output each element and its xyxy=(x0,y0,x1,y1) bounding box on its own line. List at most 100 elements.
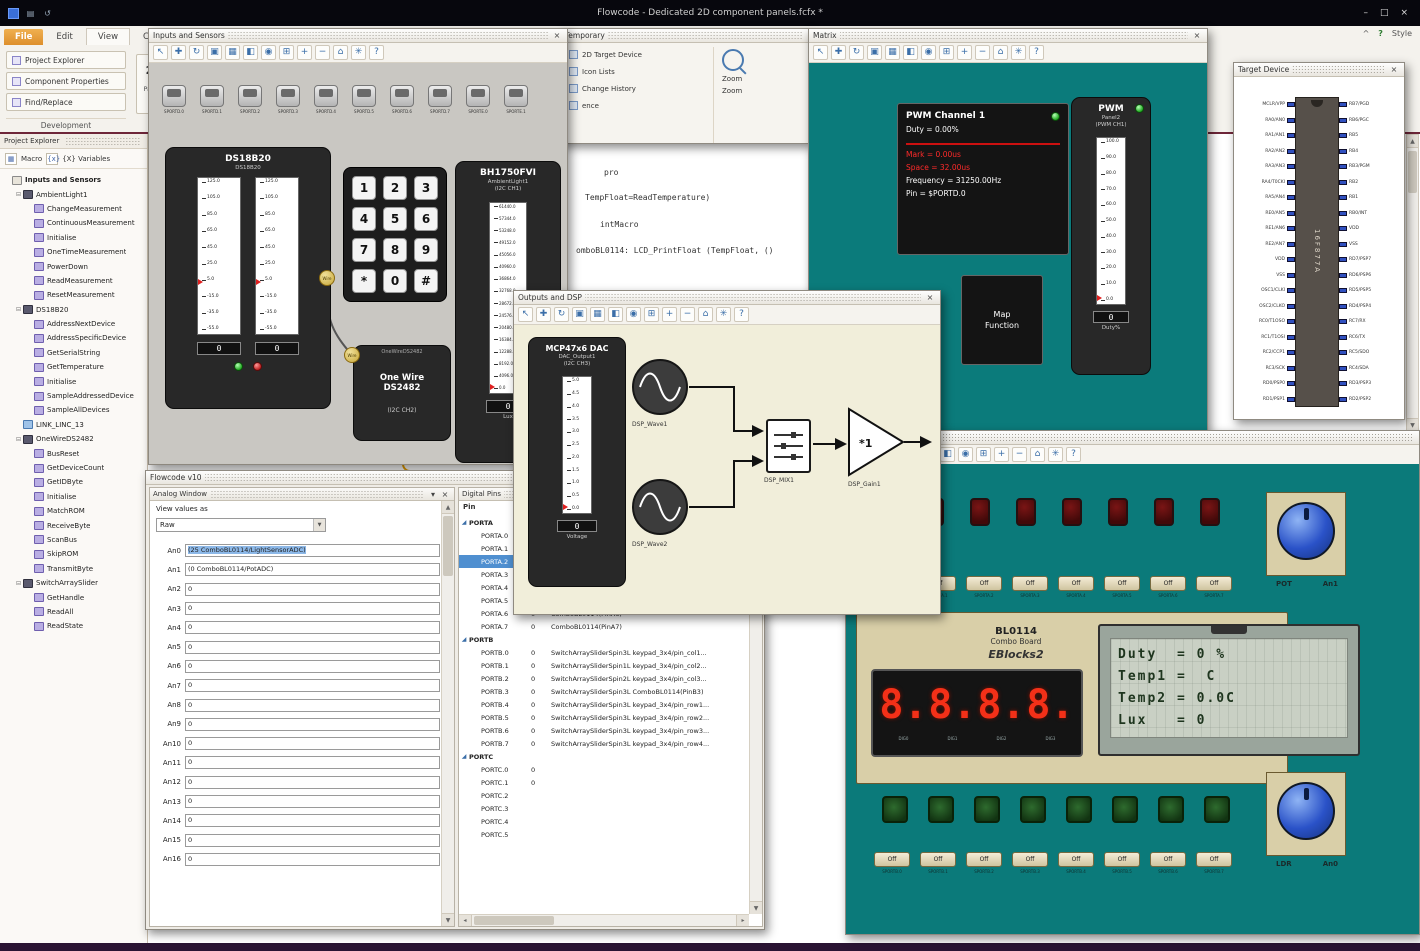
keypad-key-0[interactable]: 0 xyxy=(383,269,407,293)
port-switch[interactable] xyxy=(352,85,376,107)
tree-item[interactable]: ReadState xyxy=(0,619,147,633)
home-view-icon[interactable]: ⌂ xyxy=(993,45,1008,60)
analog-value-input[interactable]: 0 xyxy=(185,852,440,866)
rotate-icon[interactable]: ↻ xyxy=(849,45,864,60)
digital-hscrollbar[interactable]: ◂ ▸ xyxy=(459,914,749,926)
close-icon[interactable]: × xyxy=(439,490,451,499)
digital-pin-row[interactable]: PORTA.7 0 ComboBL0114(PinA7) xyxy=(459,620,748,633)
digital-pin-row[interactable]: PORTB.7 0 SwitchArraySliderSpin3L keypad_3… xyxy=(459,737,748,750)
green-button[interactable] xyxy=(882,796,908,823)
camera-icon[interactable]: ◉ xyxy=(921,45,936,60)
tree-item[interactable]: ⊟ OneWireDS2482 xyxy=(0,432,147,446)
digital-pin-row[interactable]: PORTB.2 0 SwitchArraySliderSpin2L keypad_3… xyxy=(459,672,748,685)
keypad-key-9[interactable]: 9 xyxy=(414,238,438,262)
analog-value-input[interactable]: 0 xyxy=(185,833,440,847)
port-switch[interactable] xyxy=(504,85,528,107)
tree-item[interactable]: ScanBus xyxy=(0,533,147,547)
style-menu[interactable]: Style xyxy=(1392,29,1412,38)
map-function-block[interactable]: Map Function xyxy=(961,275,1043,365)
zoom-out-button[interactable]: Zoom xyxy=(722,87,805,95)
analog-value-input[interactable]: (25 ComboBL0114/LightSensorADC) xyxy=(185,544,440,558)
tree-item[interactable]: ReadMeasurement xyxy=(0,274,147,288)
tab-edit[interactable]: Edit xyxy=(45,29,83,45)
analog-value-input[interactable]: 0 xyxy=(185,775,440,789)
analog-scrollbar[interactable]: ▲ ▼ xyxy=(441,501,454,926)
keypad-key-2[interactable]: 2 xyxy=(383,176,407,200)
pan-icon[interactable]: ✚ xyxy=(536,307,551,322)
digital-pin-row[interactable]: PORTB.0 0 SwitchArraySliderSpin3L keypad_3… xyxy=(459,646,748,659)
tree-item[interactable]: MatchROM xyxy=(0,504,147,518)
tree-item[interactable]: SampleAllDevices xyxy=(0,403,147,417)
tab-file[interactable]: File xyxy=(4,29,44,45)
tree-item[interactable]: SampleAddressedDevice xyxy=(0,389,147,403)
pot-knob[interactable] xyxy=(1277,502,1335,560)
green-button[interactable] xyxy=(974,796,1000,823)
rotate-icon[interactable]: ↻ xyxy=(189,45,204,60)
zoom-in-icon[interactable]: + xyxy=(994,447,1009,462)
tree-item[interactable]: BusReset xyxy=(0,446,147,460)
keypad-key-3[interactable]: 3 xyxy=(414,176,438,200)
dsp-wave1-block[interactable] xyxy=(632,359,688,415)
view-top-icon[interactable]: ◧ xyxy=(940,447,955,462)
tree-item[interactable]: GetSerialString xyxy=(0,346,147,360)
zoom-in-button[interactable]: Zoom xyxy=(722,75,805,83)
dsp-gain-block[interactable]: *1 xyxy=(847,407,907,477)
tree-item[interactable]: Inputs and Sensors xyxy=(0,173,147,187)
view-top-icon[interactable]: ◧ xyxy=(903,45,918,60)
view-option[interactable]: Icon Lists xyxy=(569,65,642,78)
tab-view[interactable]: View xyxy=(85,28,131,45)
tree-item[interactable]: GetDeviceCount xyxy=(0,461,147,475)
green-button[interactable] xyxy=(1158,796,1184,823)
analog-value-input[interactable]: 0 xyxy=(185,659,440,673)
off-button[interactable]: Off xyxy=(1012,852,1048,867)
zoom-out-icon[interactable]: − xyxy=(315,45,330,60)
minimize-button[interactable]: – xyxy=(1363,8,1368,18)
tree-item[interactable]: ResetMeasurement xyxy=(0,288,147,302)
off-button[interactable]: Off xyxy=(1196,576,1232,591)
tree-item[interactable]: ContinuousMeasurement xyxy=(0,216,147,230)
maximize-button[interactable]: □ xyxy=(1380,8,1389,18)
target-chip[interactable]: 16F877A xyxy=(1295,97,1339,407)
undo-icon[interactable]: ↺ xyxy=(42,8,53,19)
help-icon[interactable]: ? xyxy=(1378,29,1383,38)
home-view-icon[interactable]: ⌂ xyxy=(333,45,348,60)
port-switch[interactable] xyxy=(390,85,414,107)
zoom-extents-icon[interactable]: ▣ xyxy=(207,45,222,60)
project-explorer-button[interactable]: Project Explorer xyxy=(6,51,126,69)
zoom-extents-icon[interactable]: ▣ xyxy=(867,45,882,60)
tree-item[interactable]: Initialise xyxy=(0,490,147,504)
zoom-in-icon[interactable]: + xyxy=(662,307,677,322)
keypad-key-1[interactable]: 1 xyxy=(352,176,376,200)
keypad-key-5[interactable]: 5 xyxy=(383,207,407,231)
analog-value-input[interactable]: 0 xyxy=(185,582,440,596)
wire-connector[interactable]: Wire xyxy=(344,347,360,363)
close-button[interactable]: × xyxy=(1400,8,1408,18)
tree-item[interactable]: LINK_LINC_13 xyxy=(0,418,147,432)
keypad-key-6[interactable]: 6 xyxy=(414,207,438,231)
scroll-right-icon[interactable]: ▸ xyxy=(736,915,749,926)
digital-pin-row[interactable]: PORTB.4 0 SwitchArraySliderSpin3L keypad_3… xyxy=(459,698,748,711)
analog-value-input[interactable]: 0 xyxy=(185,814,440,828)
add-component-icon[interactable]: ⊞ xyxy=(279,45,294,60)
keypad-key-7[interactable]: 7 xyxy=(352,238,376,262)
help-icon[interactable]: ? xyxy=(1066,447,1081,462)
tree-item[interactable]: ⊟ SwitchArraySlider xyxy=(0,576,147,590)
off-button[interactable]: Off xyxy=(966,852,1002,867)
configure-icon[interactable]: ✳ xyxy=(716,307,731,322)
zoom-in-icon[interactable]: + xyxy=(957,45,972,60)
ldr-knob[interactable] xyxy=(1277,782,1335,840)
off-button[interactable]: Off xyxy=(1150,576,1186,591)
keypad-key-4[interactable]: 4 xyxy=(352,207,376,231)
scroll-thumb[interactable] xyxy=(474,916,554,925)
help-icon[interactable]: ? xyxy=(369,45,384,60)
tree-item[interactable]: AddressSpecificDevice xyxy=(0,331,147,345)
zoom-out-icon[interactable]: − xyxy=(1012,447,1027,462)
scroll-up-icon[interactable]: ▲ xyxy=(1407,135,1418,148)
digital-pin-row[interactable]: PORTC.1 0 xyxy=(459,776,748,789)
tree-item[interactable]: GetHandle xyxy=(0,590,147,604)
digital-pin-row[interactable]: PORTB.3 0 SwitchArraySliderSpin3L ComboBL0… xyxy=(459,685,748,698)
tree-item[interactable]: OneTimeMeasurement xyxy=(0,245,147,259)
off-button[interactable]: Off xyxy=(966,576,1002,591)
camera-icon[interactable]: ◉ xyxy=(958,447,973,462)
analog-value-input[interactable]: 0 xyxy=(185,737,440,751)
